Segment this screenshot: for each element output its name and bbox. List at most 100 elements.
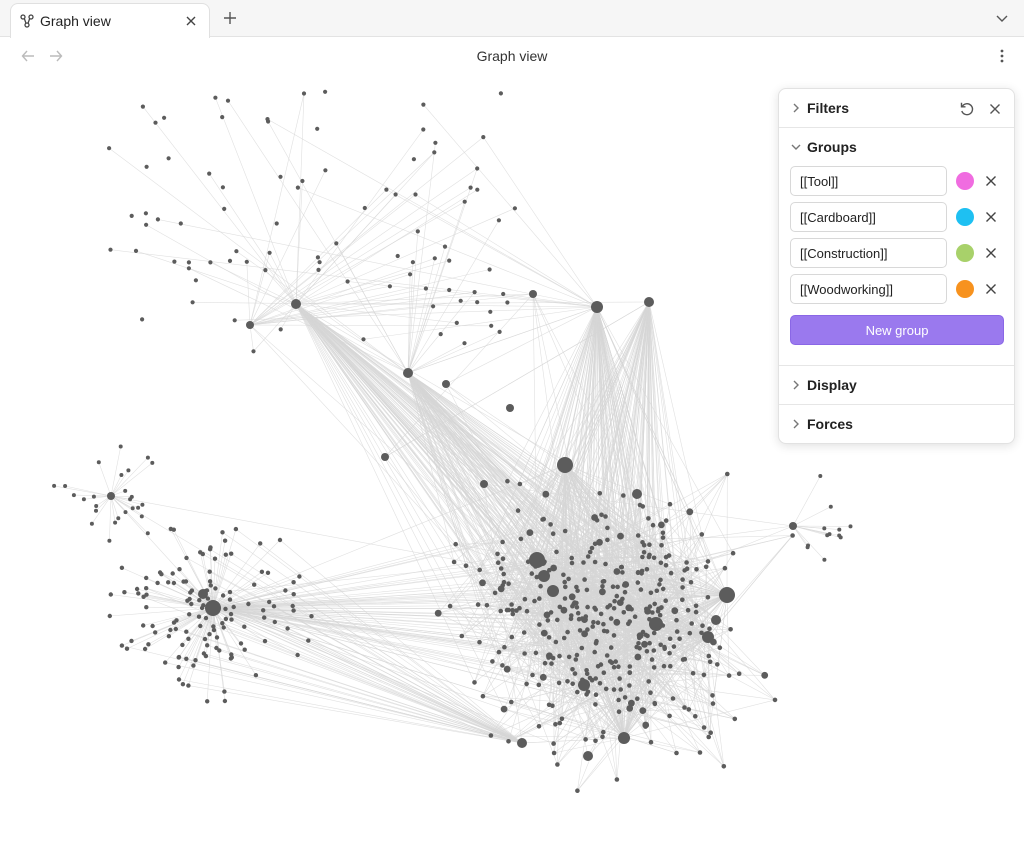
graph-node[interactable] (597, 491, 603, 496)
chevron-down-icon[interactable] (992, 8, 1012, 28)
graph-node[interactable] (220, 115, 225, 120)
graph-node[interactable] (550, 564, 557, 572)
graph-node[interactable] (647, 552, 652, 558)
graph-node[interactable] (89, 521, 94, 526)
graph-node[interactable] (557, 457, 573, 473)
graph-node[interactable] (207, 569, 212, 574)
graph-node[interactable] (682, 656, 688, 662)
graph-node[interactable] (283, 588, 288, 593)
graph-node[interactable] (124, 646, 130, 651)
graph-node[interactable] (555, 617, 560, 623)
graph-node[interactable] (291, 580, 296, 585)
graph-node[interactable] (652, 700, 657, 706)
graph-node[interactable] (636, 641, 641, 646)
graph-node[interactable] (603, 686, 609, 692)
graph-node[interactable] (187, 612, 192, 617)
graph-node[interactable] (207, 547, 213, 552)
graph-node[interactable] (614, 593, 620, 599)
graph-node[interactable] (604, 653, 610, 658)
graph-node[interactable] (626, 705, 634, 712)
graph-node[interactable] (505, 300, 510, 305)
graph-node[interactable] (498, 91, 503, 96)
graph-node[interactable] (410, 260, 415, 265)
graph-node[interactable] (381, 453, 389, 461)
graph-node[interactable] (549, 661, 554, 666)
more-options-icon[interactable] (992, 46, 1012, 66)
graph-node[interactable] (272, 619, 277, 625)
graph-node[interactable] (649, 657, 655, 662)
graph-node[interactable] (658, 642, 663, 648)
graph-node[interactable] (566, 576, 571, 582)
graph-node[interactable] (600, 579, 606, 584)
graph-node[interactable] (706, 653, 712, 659)
graph-node[interactable] (274, 221, 279, 226)
graph-node[interactable] (180, 642, 185, 648)
graph-node[interactable] (517, 481, 523, 487)
graph-node[interactable] (613, 568, 621, 575)
graph-node[interactable] (144, 605, 149, 610)
graph-node[interactable] (238, 641, 244, 646)
graph-node[interactable] (648, 690, 653, 695)
graph-node[interactable] (173, 626, 178, 632)
graph-node[interactable] (475, 166, 480, 171)
graph-node[interactable] (603, 514, 608, 519)
graph-node[interactable] (621, 610, 627, 615)
graph-node[interactable] (242, 647, 247, 652)
graph-node[interactable] (522, 596, 528, 602)
graph-node[interactable] (654, 588, 660, 594)
graph-node[interactable] (647, 542, 652, 547)
graph-node[interactable] (592, 649, 597, 655)
graph-node[interactable] (687, 630, 693, 636)
graph-node[interactable] (627, 664, 633, 669)
graph-node[interactable] (130, 506, 135, 511)
graph-node[interactable] (697, 750, 703, 755)
graph-node[interactable] (141, 623, 146, 628)
graph-node[interactable] (166, 156, 171, 161)
graph-node[interactable] (546, 635, 552, 640)
group-query-input[interactable] (790, 238, 947, 268)
graph-node[interactable] (432, 150, 437, 155)
graph-node[interactable] (581, 560, 586, 565)
graph-node[interactable] (632, 489, 642, 499)
graph-node[interactable] (176, 677, 182, 682)
graph-node[interactable] (411, 157, 416, 162)
graph-node[interactable] (222, 206, 227, 211)
graph-node[interactable] (627, 619, 632, 624)
graph-node[interactable] (231, 604, 236, 610)
graph-node[interactable] (193, 658, 198, 663)
graph-node[interactable] (323, 168, 328, 173)
graph-node[interactable] (144, 586, 149, 591)
graph-node[interactable] (529, 571, 535, 576)
graph-node[interactable] (663, 563, 669, 568)
graph-node[interactable] (244, 259, 249, 264)
graph-node[interactable] (184, 629, 189, 634)
graph-node[interactable] (211, 624, 216, 629)
graph-node[interactable] (589, 545, 595, 551)
graph-node[interactable] (647, 640, 652, 646)
graph-node[interactable] (258, 541, 263, 546)
graph-node[interactable] (828, 504, 833, 509)
graph-node[interactable] (593, 702, 598, 707)
graph-node[interactable] (271, 604, 277, 609)
graph-node[interactable] (607, 659, 613, 664)
graph-node[interactable] (197, 598, 202, 603)
graph-node[interactable] (582, 577, 587, 582)
graph-node[interactable] (459, 633, 465, 639)
graph-node[interactable] (677, 636, 682, 642)
graph-node[interactable] (496, 218, 501, 223)
graph-node[interactable] (207, 579, 213, 584)
graph-node[interactable] (627, 683, 632, 688)
graph-node[interactable] (538, 583, 543, 589)
graph-node[interactable] (186, 636, 191, 641)
graph-node[interactable] (575, 610, 581, 616)
graph-node[interactable] (643, 724, 648, 729)
graph-node[interactable] (639, 707, 647, 714)
graph-node[interactable] (227, 258, 233, 263)
graph-node[interactable] (644, 607, 651, 615)
graph-node[interactable] (616, 697, 621, 703)
graph-node[interactable] (592, 605, 597, 611)
graph-node[interactable] (489, 323, 494, 328)
graph-node[interactable] (617, 676, 622, 681)
graph-node[interactable] (539, 571, 544, 576)
graph-node[interactable] (638, 587, 644, 592)
